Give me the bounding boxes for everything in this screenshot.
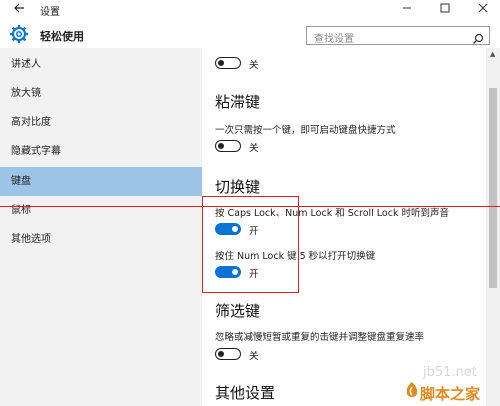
sidebar-item-other-options[interactable]: 其他选项 xyxy=(0,225,202,254)
sidebar-item-keyboard[interactable]: 键盘 xyxy=(0,167,202,196)
sidebar-item-narrator[interactable]: 讲述人 xyxy=(0,50,202,79)
sidebar: 讲述人 放大镜 高对比度 隐藏式字幕 键盘 鼠标 其他选项 xyxy=(0,48,202,406)
filter-keys-toggle[interactable] xyxy=(215,348,241,360)
filter-keys-description: 忽略或减慢短暂或重复的击键并调整键盘重复速率 xyxy=(215,332,425,343)
toggle-knob xyxy=(218,59,224,66)
watermark-logo-icon xyxy=(404,381,420,399)
scroll-up-arrow-icon[interactable]: ▲ xyxy=(490,50,495,58)
sidebar-item-mouse[interactable]: 鼠标 xyxy=(0,196,202,225)
toggle-knob xyxy=(218,350,224,357)
sticky-keys-toggle-label: 关 xyxy=(249,143,259,154)
maximize-icon[interactable] xyxy=(436,2,454,18)
close-icon[interactable] xyxy=(474,2,492,18)
page-title: 轻松使用 xyxy=(40,30,84,43)
scrollbar[interactable]: ▲ xyxy=(486,48,500,406)
minimize-icon[interactable] xyxy=(398,2,416,18)
section-heading-toggle-keys: 切换键 xyxy=(215,178,261,196)
sidebar-item-closed-captions[interactable]: 隐藏式字幕 xyxy=(0,137,202,166)
gear-icon xyxy=(9,24,29,44)
window-title: 设置 xyxy=(40,7,60,18)
back-arrow-icon[interactable] xyxy=(10,2,28,18)
watermark-name: 脚本之家 xyxy=(420,385,481,403)
annotation-red-box xyxy=(202,196,299,293)
search-icon[interactable] xyxy=(472,30,484,44)
sidebar-item-magnifier[interactable]: 放大镜 xyxy=(0,79,202,108)
toggle-state-label: 关 xyxy=(249,60,259,71)
section-heading-sticky-keys: 粘滞键 xyxy=(215,93,261,111)
section-heading-other-settings: 其他设置 xyxy=(215,384,276,402)
page-header: 轻松使用 查找设置 xyxy=(0,20,500,48)
watermark-site: jb51.net xyxy=(423,365,477,380)
section-heading-filter-keys: 筛选键 xyxy=(215,302,261,320)
settings-window: 设置 轻松使用 查找设置 讲述人 放大镜 高对比度 隐藏式字幕 键盘 鼠标 其他… xyxy=(0,0,500,406)
search-placeholder: 查找设置 xyxy=(314,34,354,45)
toggle-switch-top[interactable] xyxy=(215,57,241,69)
title-bar: 设置 xyxy=(0,0,500,20)
sidebar-item-high-contrast[interactable]: 高对比度 xyxy=(0,108,202,137)
scrollbar-thumb[interactable] xyxy=(489,88,497,288)
sticky-keys-description: 一次只需按一个键，即可启动键盘快捷方式 xyxy=(215,125,396,136)
search-input[interactable]: 查找设置 xyxy=(306,26,490,45)
sticky-keys-toggle[interactable] xyxy=(215,140,241,152)
filter-keys-toggle-label: 关 xyxy=(249,351,259,362)
toggle-knob xyxy=(218,142,224,149)
